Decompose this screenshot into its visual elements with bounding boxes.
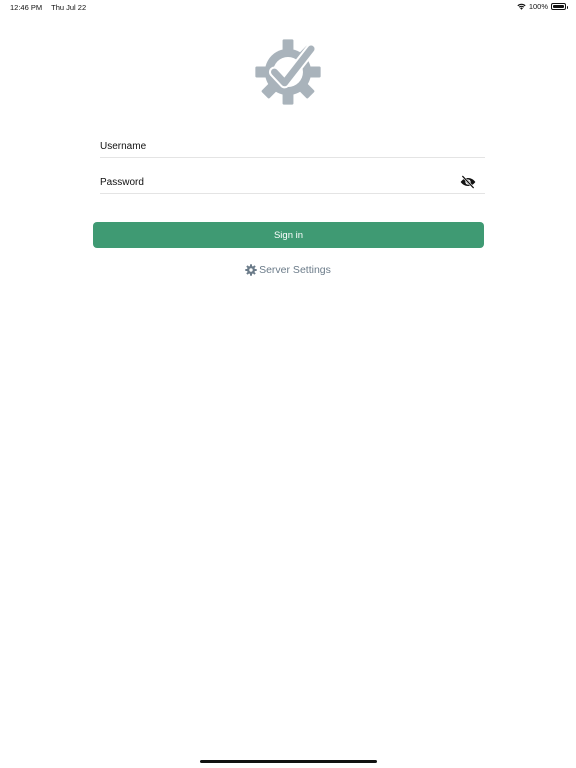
wifi-icon	[517, 3, 526, 10]
password-input[interactable]	[100, 176, 440, 188]
server-settings-label: Server Settings	[259, 264, 331, 276]
status-bar: 12:46 PM Thu Jul 22 100%	[0, 0, 576, 14]
battery-icon	[551, 3, 568, 10]
sign-in-label: Sign in	[273, 229, 304, 241]
eye-slash-icon[interactable]	[460, 175, 476, 189]
server-settings-link[interactable]: Server Settings	[245, 264, 331, 276]
status-right: 100%	[517, 2, 568, 11]
battery-fill	[553, 5, 564, 8]
home-indicator[interactable]	[200, 760, 377, 763]
gear-checkmark-logo-icon	[255, 39, 321, 105]
status-time: 12:46 PM	[10, 3, 43, 12]
status-date: Thu Jul 22	[51, 3, 87, 12]
server-settings-link-row: Server Settings	[0, 264, 576, 276]
login-screen: 12:46 PM Thu Jul 22 100% Username Sign i…	[0, 0, 576, 768]
status-left: 12:46 PM Thu Jul 22	[10, 3, 86, 12]
username-input[interactable]	[100, 140, 440, 152]
password-field[interactable]	[100, 171, 485, 194]
username-field[interactable]	[100, 135, 485, 158]
gear-icon	[245, 264, 257, 276]
sign-in-button[interactable]: Sign in	[93, 222, 484, 248]
battery-percent: 100%	[528, 2, 548, 11]
